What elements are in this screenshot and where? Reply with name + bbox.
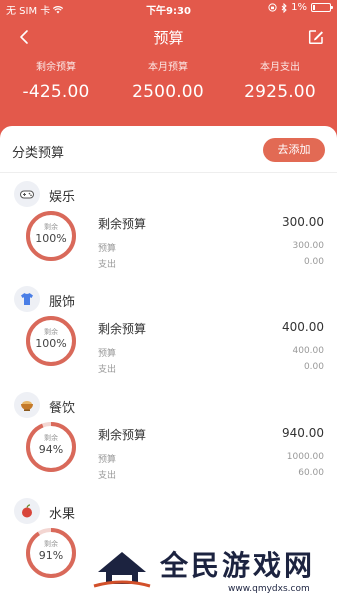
category-name: 服饰: [49, 295, 76, 310]
budget-row: 预算 400.00: [98, 346, 325, 359]
remaining-value: 400.00: [282, 320, 324, 334]
expense-row: 支出 0.00: [98, 362, 324, 375]
remaining-ring: 剩余 91%: [24, 526, 78, 580]
ring-value: 100%: [35, 337, 67, 350]
ring-label: 剩余: [44, 540, 58, 548]
expense-label: 支出: [98, 260, 117, 270]
expense-value: 0.00: [303, 362, 324, 372]
expense-row: 支出 0.00: [98, 257, 324, 270]
remaining-value: 300.00: [282, 215, 324, 229]
ring-label: 剩余: [44, 223, 58, 231]
apple-icon: [14, 498, 40, 524]
remaining-value: 940.00: [282, 426, 324, 440]
budget-label: 预算: [98, 244, 117, 254]
battery-percent: 1%: [291, 2, 307, 13]
summary-expense-label: 本月支出: [260, 62, 300, 73]
remaining-row: 剩余预算 300.00: [98, 215, 324, 231]
watermark-logo-icon: [89, 543, 155, 597]
remaining-ring: 剩余 100%: [24, 209, 78, 263]
ring-value: 91%: [38, 549, 64, 562]
edit-icon[interactable]: [307, 28, 325, 46]
ring-label: 剩余: [44, 328, 58, 336]
summary-expense-value: 2925.00: [244, 82, 316, 102]
remaining-ring: 剩余 100%: [24, 314, 78, 368]
category-budget-card: 分类预算 去添加 娱乐 剩余 100% 剩余预算 300.00 预算 300.0…: [0, 126, 337, 600]
budget-summary: 剩余预算 -425.00 本月预算 2500.00 本月支出 2925.00: [0, 58, 337, 118]
shirt-icon: [14, 286, 40, 312]
summary-remaining-label: 剩余预算: [36, 62, 76, 73]
ring-value: 94%: [38, 443, 64, 456]
game-controller-icon: [14, 181, 40, 207]
ring-label: 剩余: [44, 434, 58, 442]
budget-value: 300.00: [292, 241, 325, 251]
budget-value: 1000.00: [286, 452, 324, 462]
orientation-lock-icon: [268, 3, 277, 12]
expense-label: 支出: [98, 471, 117, 481]
page-title: 预算: [153, 29, 184, 47]
section-title: 分类预算: [12, 146, 65, 161]
food-bowl-icon: [14, 392, 40, 418]
expense-value: 60.00: [298, 468, 324, 478]
category-name: 餐饮: [49, 401, 76, 416]
category-item-dining[interactable]: 餐饮 剩余 94% 剩余预算 940.00 预算 1000.00 支出 60.0…: [0, 392, 337, 498]
status-bar: 无 SIM 卡 下午9:30 1%: [0, 0, 337, 18]
watermark-text: 全民游戏网: [160, 549, 316, 582]
remaining-label: 剩余预算: [98, 428, 147, 442]
ring-value: 100%: [35, 232, 67, 245]
battery-icon: [311, 3, 333, 12]
bluetooth-icon: [281, 2, 287, 13]
category-name: 娱乐: [49, 190, 76, 205]
watermark-url: www.qmydxs.com: [228, 584, 310, 594]
budget-row: 预算 300.00: [98, 241, 325, 254]
category-name: 水果: [49, 507, 76, 522]
remaining-label: 剩余预算: [98, 217, 147, 231]
remaining-row: 剩余预算 940.00: [98, 426, 324, 442]
remaining-ring: 剩余 94%: [24, 420, 78, 474]
category-item-entertainment[interactable]: 娱乐 剩余 100% 剩余预算 300.00 预算 300.00 支出 0.00: [0, 181, 337, 287]
expense-row: 支出 60.00: [98, 468, 324, 481]
navbar: 预算: [0, 22, 337, 52]
summary-monthly-budget: 本月预算 2500.00: [112, 58, 224, 102]
summary-budget-label: 本月预算: [148, 62, 188, 73]
remaining-label: 剩余预算: [98, 322, 147, 336]
summary-monthly-expense: 本月支出 2925.00: [224, 58, 336, 102]
budget-row: 预算 1000.00: [98, 452, 324, 465]
expense-value: 0.00: [303, 257, 324, 267]
divider: [0, 172, 337, 173]
status-right: 1%: [268, 2, 333, 13]
budget-label: 预算: [98, 455, 117, 465]
budget-label: 预算: [98, 349, 117, 359]
watermark: 全民游戏网 www.qmydxs.com: [88, 540, 337, 600]
expense-label: 支出: [98, 365, 117, 375]
category-item-clothing[interactable]: 服饰 剩余 100% 剩余预算 400.00 预算 400.00 支出 0.00: [0, 286, 337, 392]
summary-remaining-value: -425.00: [22, 82, 90, 102]
budget-value: 400.00: [292, 346, 325, 356]
summary-budget-value: 2500.00: [132, 82, 204, 102]
summary-remaining: 剩余预算 -425.00: [0, 58, 112, 102]
add-category-button[interactable]: 去添加: [263, 138, 325, 162]
battery-fill: [313, 5, 315, 10]
remaining-row: 剩余预算 400.00: [98, 320, 324, 336]
